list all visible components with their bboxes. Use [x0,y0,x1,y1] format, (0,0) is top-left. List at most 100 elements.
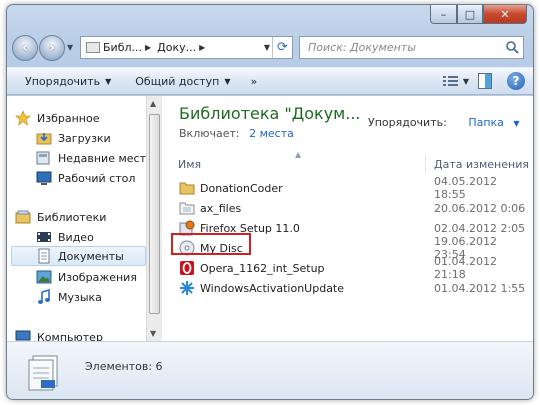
file-row[interactable]: ax_files 20.06.2012 0:06 [167,198,527,218]
organize-menu[interactable]: Упорядочить ▼ [19,75,117,88]
help-icon[interactable]: ? [507,72,525,90]
nav-item-images[interactable]: Изображения [36,267,137,287]
column-divider[interactable] [425,155,426,173]
sort-ascending-icon: ▲ [295,150,302,159]
refresh-icon[interactable]: ⟳ [272,37,292,58]
breadcrumb-libraries[interactable]: Библ... ▶ [103,41,157,54]
nav-item-favorites[interactable]: Избранное [15,108,99,128]
installer-icon [179,220,195,236]
caption-buttons: – □ ✕ [430,5,527,25]
images-icon [36,269,52,285]
details-pane: Элементов: 6 [7,341,533,399]
nav-item-recent[interactable]: Недавние места [36,148,153,168]
file-name: DonationCoder [200,181,283,195]
file-name: ax_files [200,201,242,215]
documents-icon [36,248,52,264]
item-count: Элементов: 6 [85,360,163,373]
breadcrumb-documents[interactable]: Доку... ▶ [157,41,211,54]
library-locations-link[interactable]: 2 места [249,127,294,140]
breadcrumb-label: Библ... [103,41,142,54]
navigation-row: ‹ › ▼ Библ... ▶ Доку... ▶ ▼ ⟳ Поиск: Док… [7,33,533,63]
file-date: 02.04.2012 2:05 [434,221,526,235]
chevron-down-icon[interactable]: ▼ [513,119,519,128]
navigation-pane[interactable]: Избранное Загрузки Недавние места Рабочи… [7,96,153,344]
forward-button[interactable]: › [39,35,65,61]
close-button[interactable]: ✕ [483,5,527,24]
change-view-icon[interactable] [441,72,461,90]
arrange-by-dropdown[interactable]: Папка [468,116,504,129]
scroll-up-icon[interactable]: ▲ [150,99,156,108]
column-header-name[interactable]: Имя [178,158,201,171]
toolbar-right: ▼ ? [435,72,525,90]
file-name: Opera_1162_int_Setup [200,261,325,275]
file-list-pane: Библиотека "Докум... Включает: 2 места У… [163,96,533,341]
recent-places-icon [36,150,52,166]
disc-image-icon [179,240,195,256]
music-note-icon [36,289,52,305]
nav-label: Музыка [58,290,102,304]
nav-label: Видео [58,230,94,244]
nav-label: Библиотеки [37,210,107,224]
nav-item-desktop[interactable]: Рабочий стол [36,168,135,188]
file-name: My Disc [200,241,243,255]
back-button[interactable]: ‹ [12,35,38,61]
search-input[interactable]: Поиск: Документы [299,36,524,59]
maximize-button[interactable]: □ [457,5,483,24]
nav-item-documents[interactable]: Документы [11,246,146,266]
column-header-date[interactable]: Дата изменения [434,158,529,171]
file-row[interactable]: WindowsActivationUpdate 01.04.2012 1:55 [167,278,527,298]
preview-pane-icon[interactable] [475,72,495,90]
includes-label: Включает: [179,127,240,140]
nav-label: Загрузки [58,131,111,145]
nav-label: Документы [58,249,124,263]
chevron-right-icon[interactable]: ▶ [145,43,151,52]
library-includes: Включает: 2 места [179,127,294,140]
scroll-down-icon[interactable]: ▼ [150,329,156,338]
file-date: 20.06.2012 0:06 [434,201,526,215]
libraries-icon [15,209,31,225]
address-bar[interactable]: Библ... ▶ Доку... ▶ ▼ ⟳ [80,36,293,59]
nav-label: Изображения [58,270,137,284]
video-icon [36,229,52,245]
minimize-button[interactable]: – [430,5,457,24]
star-icon [15,110,31,126]
arrange-label: Упорядочить: [368,116,447,129]
breadcrumb-label: Доку... [157,41,197,54]
chevron-right-icon[interactable]: ▶ [199,43,205,52]
share-menu[interactable]: Общий доступ ▼ [129,75,236,88]
nav-label: Рабочий стол [58,171,136,185]
desktop-icon [36,170,52,186]
nav-item-music[interactable]: Музыка [36,287,102,307]
file-name: WindowsActivationUpdate [200,281,345,295]
folder-icon [179,180,195,196]
organize-label: Упорядочить [25,74,101,88]
more-commands-button[interactable]: » [245,75,264,88]
nav-label: Избранное [37,111,100,125]
recent-pages-dropdown-icon[interactable]: ▼ [67,43,73,52]
file-date: 01.04.2012 1:55 [434,281,526,295]
downloads-folder-icon [36,130,52,146]
view-dropdown-icon[interactable]: ▼ [463,77,469,86]
file-row[interactable]: Opera_1162_int_Setup 01.04.2012 21:18 [167,255,527,281]
activation-icon [179,280,195,296]
chevron-down-icon: ▼ [105,76,112,86]
search-icon[interactable] [505,40,519,54]
arrange-by: Упорядочить: Папка ▼ [368,116,520,129]
command-bar: Упорядочить ▼ Общий доступ ▼ » ▼ ? [7,67,533,95]
navigation-scrollbar[interactable]: ▲ ▼ [146,96,162,341]
file-name: Firefox Setup 11.0 [200,221,300,235]
nav-item-video[interactable]: Видео [36,227,94,247]
search-placeholder: Поиск: Документы [308,41,416,54]
documents-large-icon [28,355,58,391]
scrollbar-thumb[interactable] [149,114,160,314]
chevron-down-icon: ▼ [224,76,231,86]
address-dropdown-icon[interactable]: ▼ [264,43,270,52]
file-row[interactable]: DonationCoder 04.05.2012 18:55 [167,175,527,201]
nav-item-libraries[interactable]: Библиотеки [15,207,106,227]
library-title: Библиотека "Докум... [179,104,361,123]
folder-icon [179,200,195,216]
column-header-row: ▲ Имя Дата изменения [163,150,533,175]
nav-item-downloads[interactable]: Загрузки [36,128,111,148]
explorer-window: – □ ✕ ‹ › ▼ Библ... ▶ Доку... ▶ ▼ ⟳ Поис… [6,4,534,400]
nav-label: Недавние места [58,151,153,165]
